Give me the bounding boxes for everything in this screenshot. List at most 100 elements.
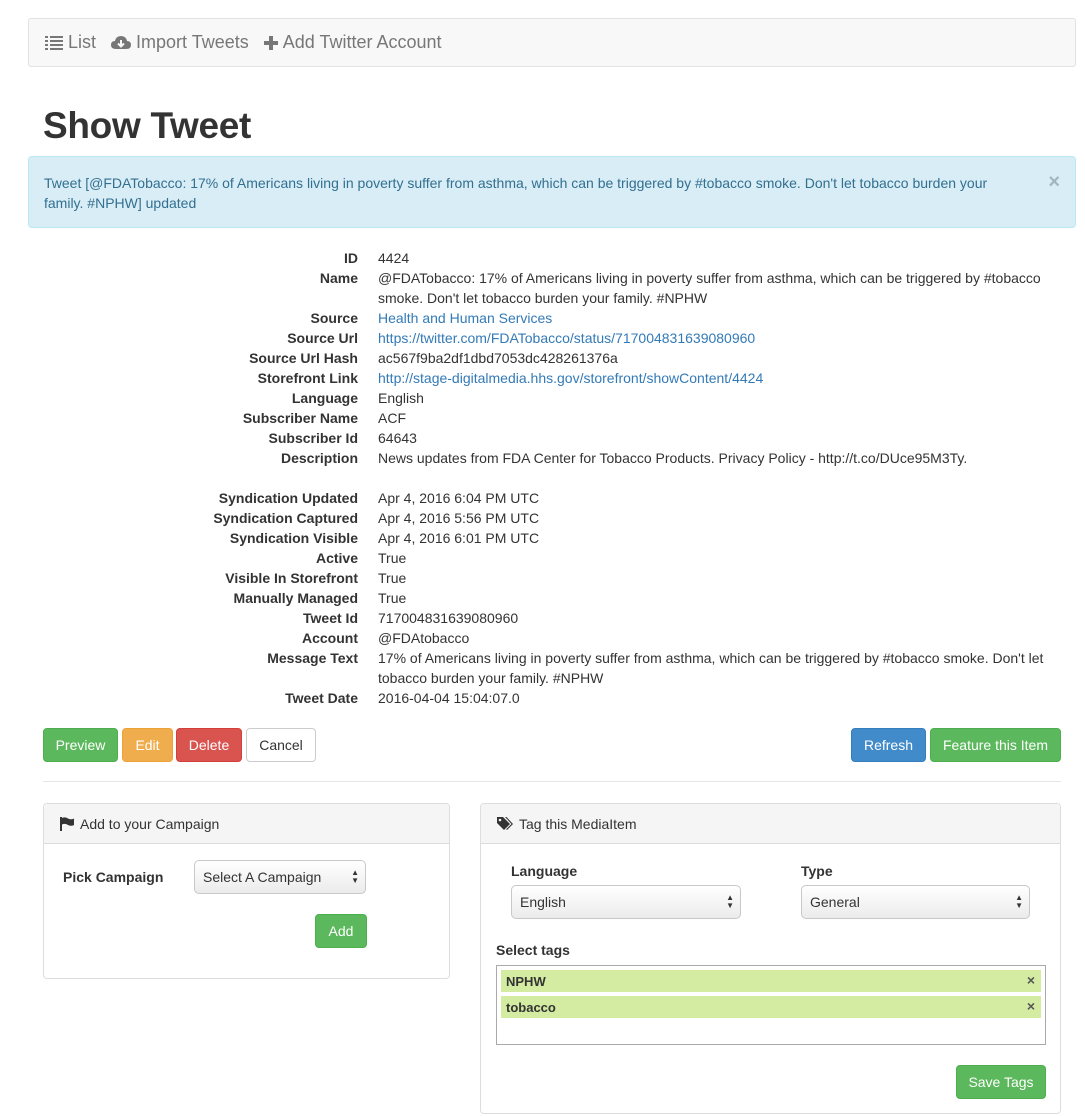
detail-label: Message Text [267,650,358,666]
edit-button[interactable]: Edit [122,728,173,762]
preview-button[interactable]: Preview [43,728,118,762]
tags-input[interactable]: NPHW × tobacco × [496,965,1046,1045]
detail-label: Storefront Link [257,370,358,386]
language-select-value: English [520,894,566,910]
campaign-panel: Add to your Campaign Pick Campaign Selec… [43,803,450,979]
detail-value: News updates from FDA Center for Tobacco… [378,450,968,466]
tag-chip: NPHW × [501,970,1041,992]
type-select[interactable]: General ▲ ▼ [801,885,1030,919]
pick-campaign-label: Pick Campaign [63,869,164,885]
detail-row-source: Source Health and Human Services [43,308,1073,328]
refresh-button[interactable]: Refresh [851,728,926,762]
detail-row-source-url: Source Url https://twitter.com/FDATobacc… [43,328,1073,348]
language-label: Language [511,863,578,879]
select-arrows-icon: ▲ ▼ [1015,893,1023,910]
tag-panel-heading: Tag this MediaItem [481,804,1060,844]
nav-import-label: Import Tweets [136,32,249,52]
detail-value: Apr 4, 2016 6:01 PM UTC [378,530,540,546]
detail-row-syndication-visible: Syndication Visible Apr 4, 2016 6:01 PM … [43,528,1073,548]
language-select[interactable]: English ▲ ▼ [511,885,741,919]
select-arrows-icon: ▲ ▼ [726,893,734,910]
nav-list-link[interactable]: List [45,32,96,53]
detail-row-syndication-captured: Syndication Captured Apr 4, 2016 5:56 PM… [43,508,1073,528]
list-icon [45,35,63,50]
detail-value: Apr 4, 2016 5:56 PM UTC [378,510,540,526]
detail-row-name: Name @FDATobacco: 17% of Americans livin… [43,268,1073,308]
source-link[interactable]: Health and Human Services [378,310,552,326]
detail-label: Description [280,450,358,466]
detail-value: 2016-04-04 15:04:07.0 [378,690,520,706]
detail-value: True [378,550,407,566]
detail-row-source-url-hash: Source Url Hash ac567f9ba2df1dbd7053dc42… [43,348,1073,368]
detail-label: Name [319,270,358,286]
campaign-select[interactable]: Select A Campaign ▲ ▼ [194,860,366,894]
detail-label: Visible In Storefront [225,570,358,586]
detail-row-message-text: Message Text 17% of Americans living in … [43,648,1073,688]
detail-row-language: Language English [43,388,1073,408]
cancel-button[interactable]: Cancel [246,728,316,762]
detail-row-manually-managed: Manually Managed True [43,588,1073,608]
tag-panel: Tag this MediaItem Language English ▲ ▼ T… [480,803,1061,1114]
detail-row-tweet-id: Tweet Id 717004831639080960 [43,608,1073,628]
detail-value: @FDATobacco: 17% of Americans living in … [378,270,1041,306]
tag-chip: tobacco × [501,996,1041,1018]
add-campaign-button[interactable]: Add [315,914,367,948]
select-arrows-icon: ▲ ▼ [351,868,359,885]
remove-tag-icon[interactable]: × [1027,972,1035,988]
detail-value: ACF [378,410,406,426]
detail-label: Manually Managed [233,590,358,606]
source-url-link[interactable]: https://twitter.com/FDATobacco/status/71… [378,330,755,346]
detail-value: True [378,570,407,586]
detail-row-active: Active True [43,548,1073,568]
detail-value: Apr 4, 2016 6:04 PM UTC [378,490,540,506]
nav-add-account-link[interactable]: Add Twitter Account [263,32,442,53]
section-divider [43,781,1061,782]
detail-label: ID [344,250,358,266]
plus-icon [263,35,278,50]
detail-label: Active [315,550,358,566]
detail-value: English [378,390,424,406]
detail-label: Syndication Captured [213,510,358,526]
detail-label: Language [291,390,358,406]
cloud-download-icon [111,35,132,49]
tag-chip-label: NPHW [506,973,546,989]
tag-chip-label: tobacco [506,999,556,1015]
detail-label: Source Url Hash [249,350,358,366]
detail-label: Source [310,310,358,326]
detail-row-storefront-link: Storefront Link http://stage-digitalmedi… [43,368,1073,388]
alert-message: Tweet [@FDATobacco: 17% of Americans liv… [44,175,988,211]
delete-button[interactable]: Delete [176,728,242,762]
nav-add-account-label: Add Twitter Account [282,32,442,52]
campaign-panel-title: Add to your Campaign [80,815,220,832]
campaign-panel-heading: Add to your Campaign [44,804,449,844]
close-icon[interactable]: × [1048,172,1060,192]
success-alert: Tweet [@FDATobacco: 17% of Americans liv… [28,156,1076,228]
detail-value: ac567f9ba2df1dbd7053dc428261376a [378,350,618,366]
detail-label: Syndication Updated [218,490,358,506]
remove-tag-icon[interactable]: × [1027,998,1035,1014]
tags-icon [497,816,513,830]
detail-label: Tweet Id [303,610,358,626]
nav-import-link[interactable]: Import Tweets [111,32,249,53]
detail-value: @FDAtobacco [378,630,470,646]
save-tags-button[interactable]: Save Tags [956,1065,1046,1099]
detail-row-account: Account @FDAtobacco [43,628,1073,648]
tweet-details: ID 4424 Name @FDATobacco: 17% of America… [43,248,1073,708]
detail-label: Account [302,630,358,646]
detail-row-syndication-updated: Syndication Updated Apr 4, 2016 6:04 PM … [43,488,1073,508]
storefront-link[interactable]: http://stage-digitalmedia.hhs.gov/storef… [378,370,763,386]
type-label: Type [801,863,833,879]
detail-row-subscriber-name: Subscriber Name ACF [43,408,1073,428]
detail-value: 64643 [378,430,417,446]
detail-row-description: Description News updates from FDA Center… [43,448,1073,468]
detail-label: Subscriber Name [242,410,358,426]
detail-value: 17% of Americans living in poverty suffe… [378,650,1044,686]
campaign-select-value: Select A Campaign [203,869,322,885]
detail-label: Subscriber Id [268,430,358,446]
detail-value: True [378,590,407,606]
feature-item-button[interactable]: Feature this Item [930,728,1061,762]
nav-list-label: List [68,32,97,52]
tag-panel-title: Tag this MediaItem [519,815,637,832]
detail-row-tweet-date: Tweet Date 2016-04-04 15:04:07.0 [43,688,1073,708]
page-title: Show Tweet [43,105,252,146]
